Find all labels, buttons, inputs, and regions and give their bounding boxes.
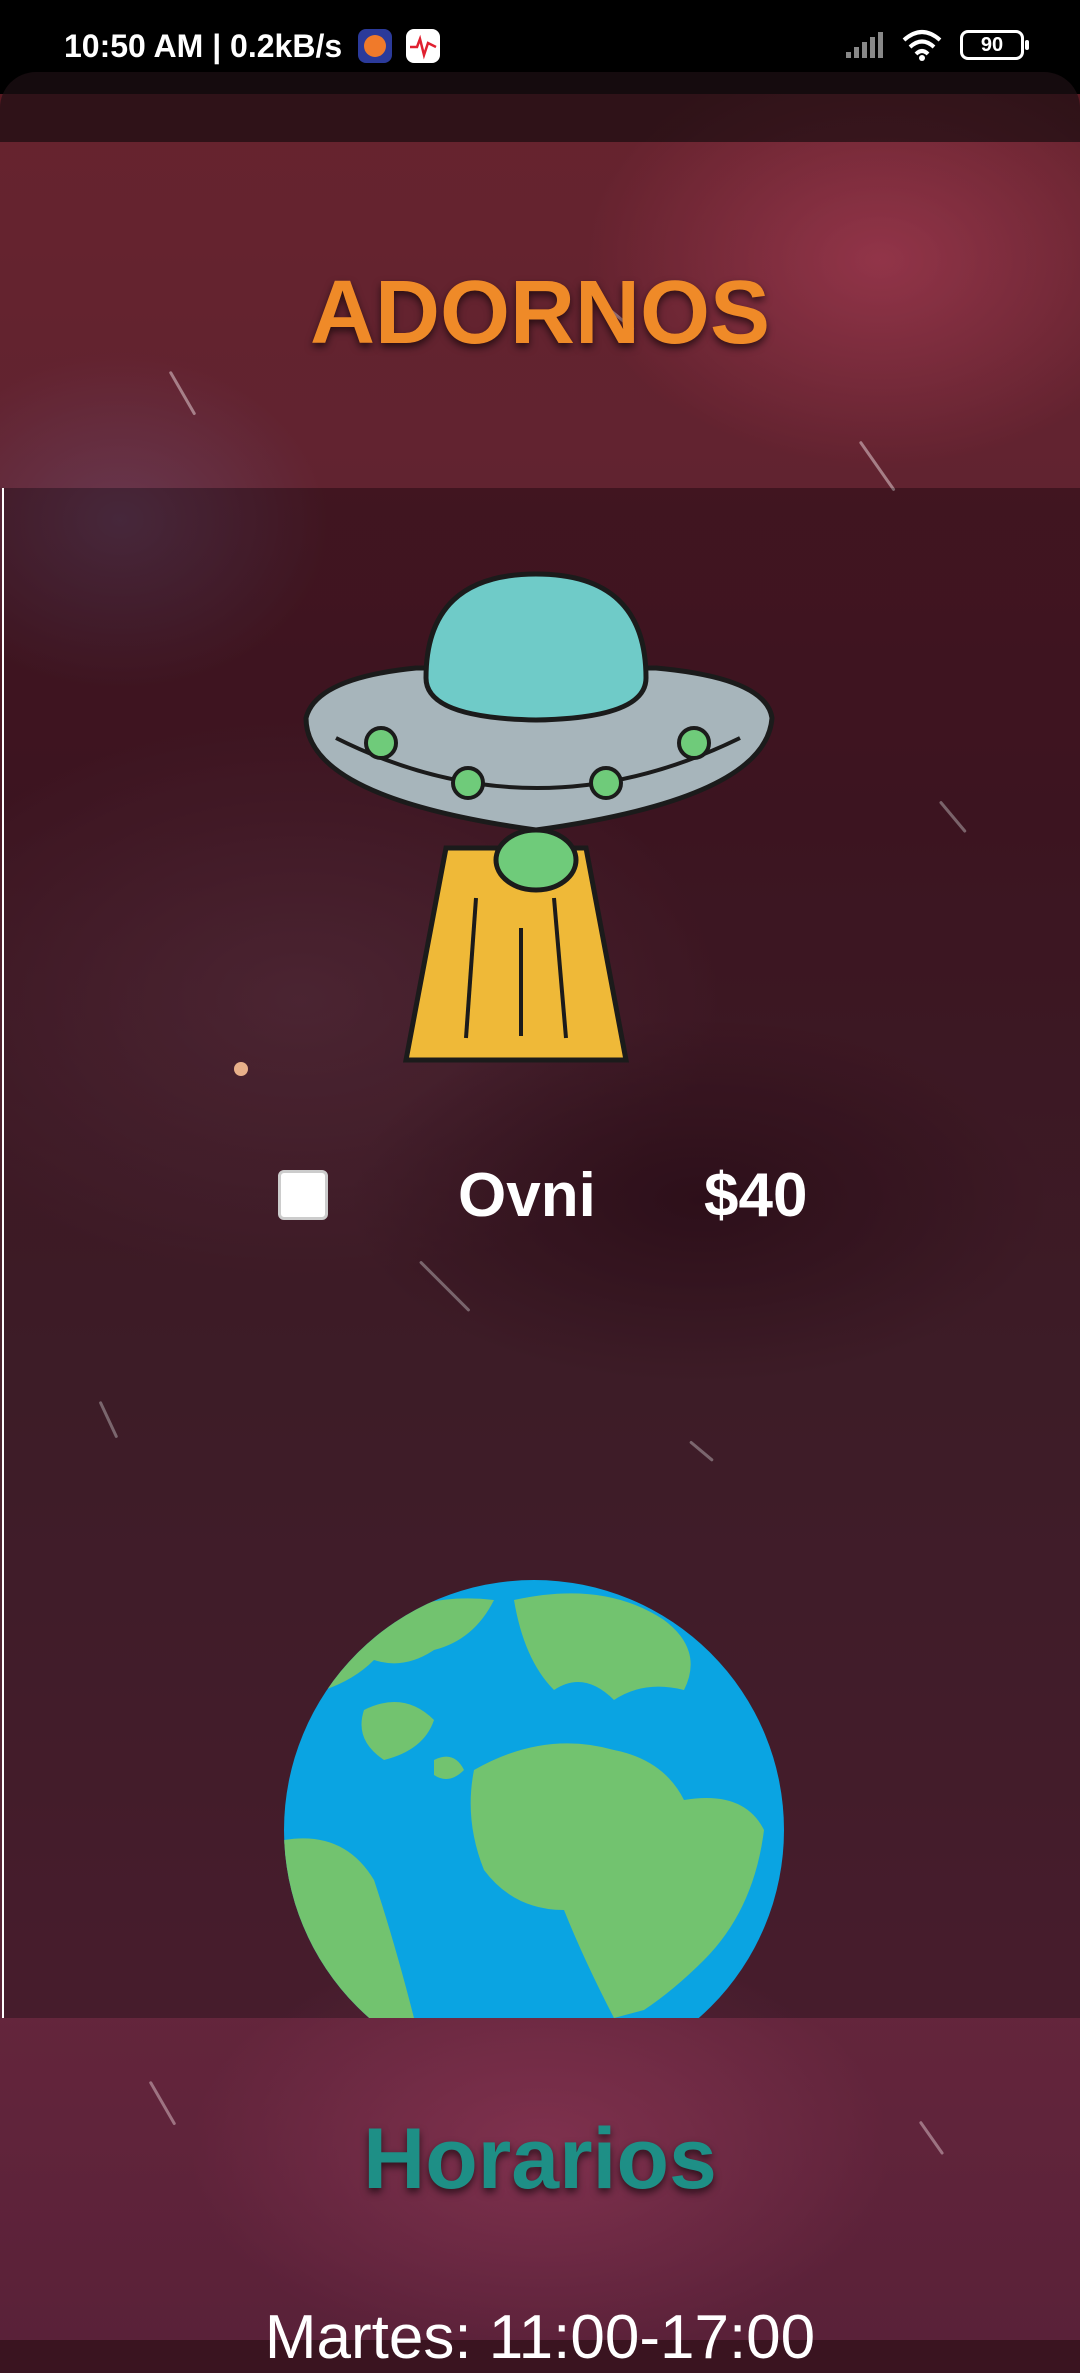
sheet-top-edge [0,72,1080,142]
product-name: Ovni [458,1161,596,1230]
earth-image [284,1580,784,2018]
ufo-image [303,571,775,1063]
product-checkbox[interactable] [278,1170,328,1220]
schedule-title: Horarios [363,2111,717,2207]
page-title: ADORNOS [309,263,771,363]
product-price: $40 [704,1161,808,1230]
signal-icon [846,32,883,58]
wifi-icon [902,30,942,61]
status-icons: 90 [844,28,1029,62]
health-app-icon [406,29,440,63]
battery-icon: 90 [960,30,1029,60]
decorative-dot [234,1062,248,1076]
battery-level: 90 [980,34,1004,56]
schedule-hours: Martes: 11:00-17:00 [264,2303,816,2372]
status-time: 10:50 AM | 0.2kB/s [64,28,343,64]
notification-app-icon [358,29,392,63]
